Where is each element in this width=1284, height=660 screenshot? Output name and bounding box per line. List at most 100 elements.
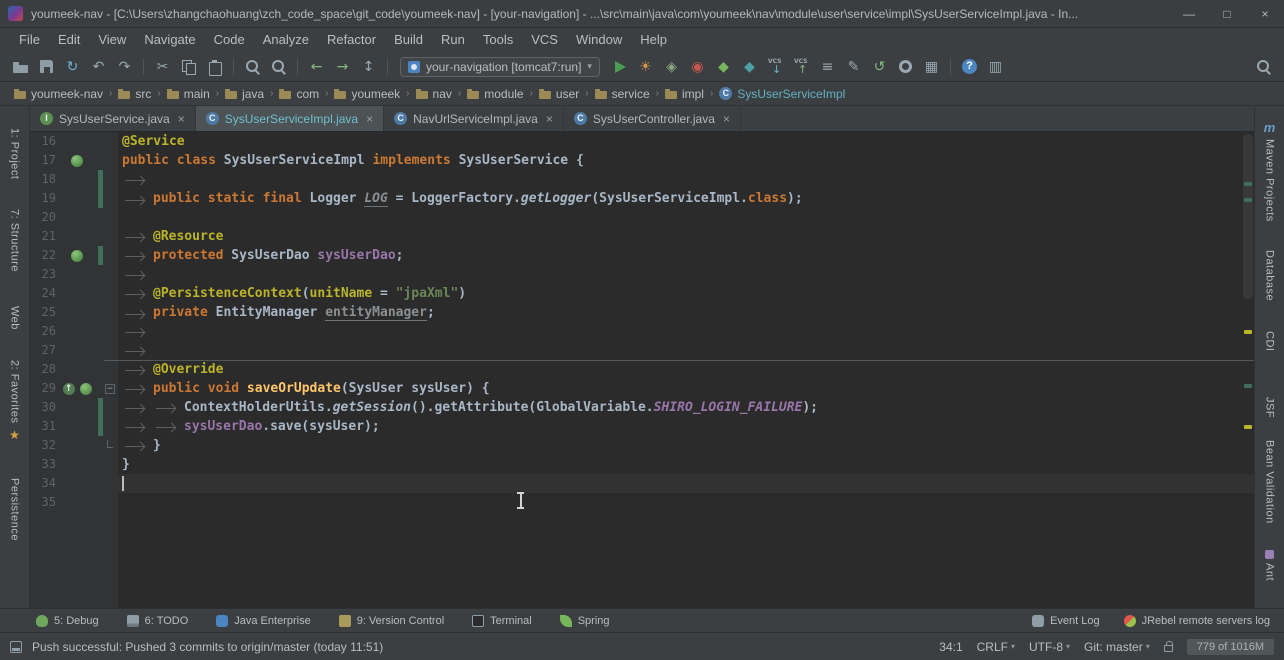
- code-text[interactable]: sysUserDao.save(sysUser);: [118, 417, 1254, 436]
- line-number[interactable]: 28: [30, 360, 56, 379]
- line-separator-select[interactable]: CRLF: [977, 640, 1015, 654]
- tool-button-7-structure[interactable]: 7: Structure: [9, 209, 21, 272]
- close-tab-icon[interactable]: ×: [546, 112, 553, 126]
- project-structure-icon[interactable]: ▦: [919, 55, 944, 79]
- breadcrumb-youmeek-nav[interactable]: youmeek-nav: [12, 87, 105, 101]
- commit-changes-icon[interactable]: [789, 55, 814, 79]
- line-number[interactable]: 16: [30, 132, 56, 151]
- line-number[interactable]: 25: [30, 303, 56, 322]
- help-icon[interactable]: [957, 55, 982, 79]
- menu-tools[interactable]: Tools: [474, 28, 522, 52]
- find-icon[interactable]: [240, 55, 265, 79]
- tool-button-bean-validation[interactable]: Bean Validation: [1264, 440, 1276, 524]
- breadcrumb-youmeek[interactable]: youmeek: [332, 87, 402, 101]
- tool-window-toggle-icon[interactable]: [10, 641, 22, 653]
- lock-icon[interactable]: [1164, 645, 1173, 652]
- change-stripe-mark[interactable]: [1244, 384, 1252, 388]
- tool-button-1-project[interactable]: 1: Project: [9, 128, 21, 179]
- tool-button-jsf[interactable]: JSF: [1264, 397, 1276, 418]
- breadcrumb-impl[interactable]: impl: [663, 87, 706, 101]
- tool-button-terminal[interactable]: Terminal: [472, 615, 532, 627]
- menu-build[interactable]: Build: [385, 28, 432, 52]
- line-number[interactable]: 32: [30, 436, 56, 455]
- line-number[interactable]: 26: [30, 322, 56, 341]
- change-stripe-mark[interactable]: [1244, 182, 1252, 186]
- save-all-icon[interactable]: [34, 55, 59, 79]
- jrebel-run-icon[interactable]: ◆: [711, 55, 736, 79]
- menu-help[interactable]: Help: [631, 28, 676, 52]
- code-text[interactable]: [118, 208, 1254, 227]
- line-number[interactable]: 33: [30, 455, 56, 474]
- debug-icon[interactable]: ☀: [633, 55, 658, 79]
- rollback-icon[interactable]: ↺: [867, 55, 892, 79]
- close-tab-icon[interactable]: ×: [366, 112, 373, 126]
- forward-icon[interactable]: →: [330, 55, 355, 79]
- memory-indicator[interactable]: 779 of 1016M: [1187, 639, 1274, 655]
- tool-button-jrebel-remote-servers-log[interactable]: JRebel remote servers log: [1124, 615, 1270, 627]
- replace-icon[interactable]: [266, 55, 291, 79]
- code-text[interactable]: public void saveOrUpdate(SysUser sysUser…: [118, 379, 1254, 398]
- code-text[interactable]: @Service: [118, 132, 1254, 151]
- breadcrumb-module[interactable]: module: [465, 87, 525, 101]
- override-marker-icon[interactable]: ↑: [63, 383, 75, 395]
- run-with-coverage-icon[interactable]: ◈: [659, 55, 684, 79]
- code-text[interactable]: [118, 474, 1254, 493]
- tab-sysuserservice-java[interactable]: ISysUserService.java×: [30, 106, 196, 131]
- code-text[interactable]: public class SysUserServiceImpl implemen…: [118, 151, 1254, 170]
- code-text[interactable]: [118, 322, 1254, 341]
- menu-navigate[interactable]: Navigate: [135, 28, 204, 52]
- line-number[interactable]: 18: [30, 170, 56, 189]
- tool-button-spring[interactable]: Spring: [560, 615, 610, 627]
- jrebel-debug-icon[interactable]: ◆: [737, 55, 762, 79]
- tab-sysusercontroller-java[interactable]: CSysUserController.java×: [564, 106, 741, 131]
- breadcrumb-nav[interactable]: nav: [414, 87, 454, 101]
- tool-button-database[interactable]: Database: [1264, 250, 1276, 301]
- line-number[interactable]: 34: [30, 474, 56, 493]
- code-text[interactable]: private EntityManager entityManager;: [118, 303, 1254, 322]
- tool-button-5-debug[interactable]: 5: Debug: [36, 615, 99, 627]
- code-text[interactable]: [118, 341, 1254, 360]
- close-tab-icon[interactable]: ×: [178, 112, 185, 126]
- undo-icon[interactable]: ↶: [86, 55, 111, 79]
- breadcrumb-com[interactable]: com: [277, 87, 321, 101]
- code-text[interactable]: }: [118, 436, 1254, 455]
- maven-refresh-icon[interactable]: ▥: [983, 55, 1008, 79]
- line-number[interactable]: 27: [30, 341, 56, 360]
- recent-changes-icon[interactable]: ↕: [356, 55, 381, 79]
- git-branch-widget[interactable]: Git: master: [1084, 640, 1150, 654]
- back-icon[interactable]: ←: [304, 55, 329, 79]
- settings-icon[interactable]: [893, 55, 918, 79]
- spring-bean-icon[interactable]: [80, 383, 92, 395]
- breadcrumb-sysuserserviceimpl[interactable]: CSysUserServiceImpl: [717, 87, 847, 101]
- tool-button-cdi[interactable]: CDI: [1264, 331, 1276, 351]
- minimize-button[interactable]: —: [1174, 3, 1204, 25]
- line-number[interactable]: 20: [30, 208, 56, 227]
- show-changes-icon[interactable]: ≡: [815, 55, 840, 79]
- menu-code[interactable]: Code: [205, 28, 254, 52]
- code-text[interactable]: [118, 493, 1254, 512]
- code-text[interactable]: }: [118, 455, 1254, 474]
- encoding-select[interactable]: UTF-8: [1029, 640, 1070, 654]
- open-file-icon[interactable]: [8, 55, 33, 79]
- caret-position[interactable]: 34:1: [939, 640, 962, 654]
- line-number[interactable]: 17: [30, 151, 56, 170]
- line-number[interactable]: 30: [30, 398, 56, 417]
- line-number[interactable]: 24: [30, 284, 56, 303]
- tool-button-6-todo[interactable]: 6: TODO: [127, 615, 189, 627]
- cut-icon[interactable]: ✂: [150, 55, 175, 79]
- run-icon[interactable]: [607, 55, 632, 79]
- tool-button-2-favorites[interactable]: 2: Favorites★: [9, 360, 21, 441]
- profiler-icon[interactable]: ◉: [685, 55, 710, 79]
- warning-stripe-mark[interactable]: [1244, 330, 1252, 334]
- editor[interactable]: 16 @Service 17 public class SysUserServiceI…: [30, 132, 1254, 608]
- code-text[interactable]: protected SysUserDao sysUserDao;: [118, 246, 1254, 265]
- code-text[interactable]: @Override: [118, 360, 1254, 379]
- code-text[interactable]: ContextHolderUtils.getSession().getAttri…: [118, 398, 1254, 417]
- tool-button-event-log[interactable]: Event Log: [1032, 615, 1100, 627]
- close-tab-icon[interactable]: ×: [723, 112, 730, 126]
- tool-button-maven-projects[interactable]: mMaven Projects: [1264, 120, 1276, 222]
- menu-file[interactable]: File: [10, 28, 49, 52]
- code-text[interactable]: @Resource: [118, 227, 1254, 246]
- tool-button-ant[interactable]: Ant: [1264, 550, 1276, 581]
- line-number[interactable]: 19: [30, 189, 56, 208]
